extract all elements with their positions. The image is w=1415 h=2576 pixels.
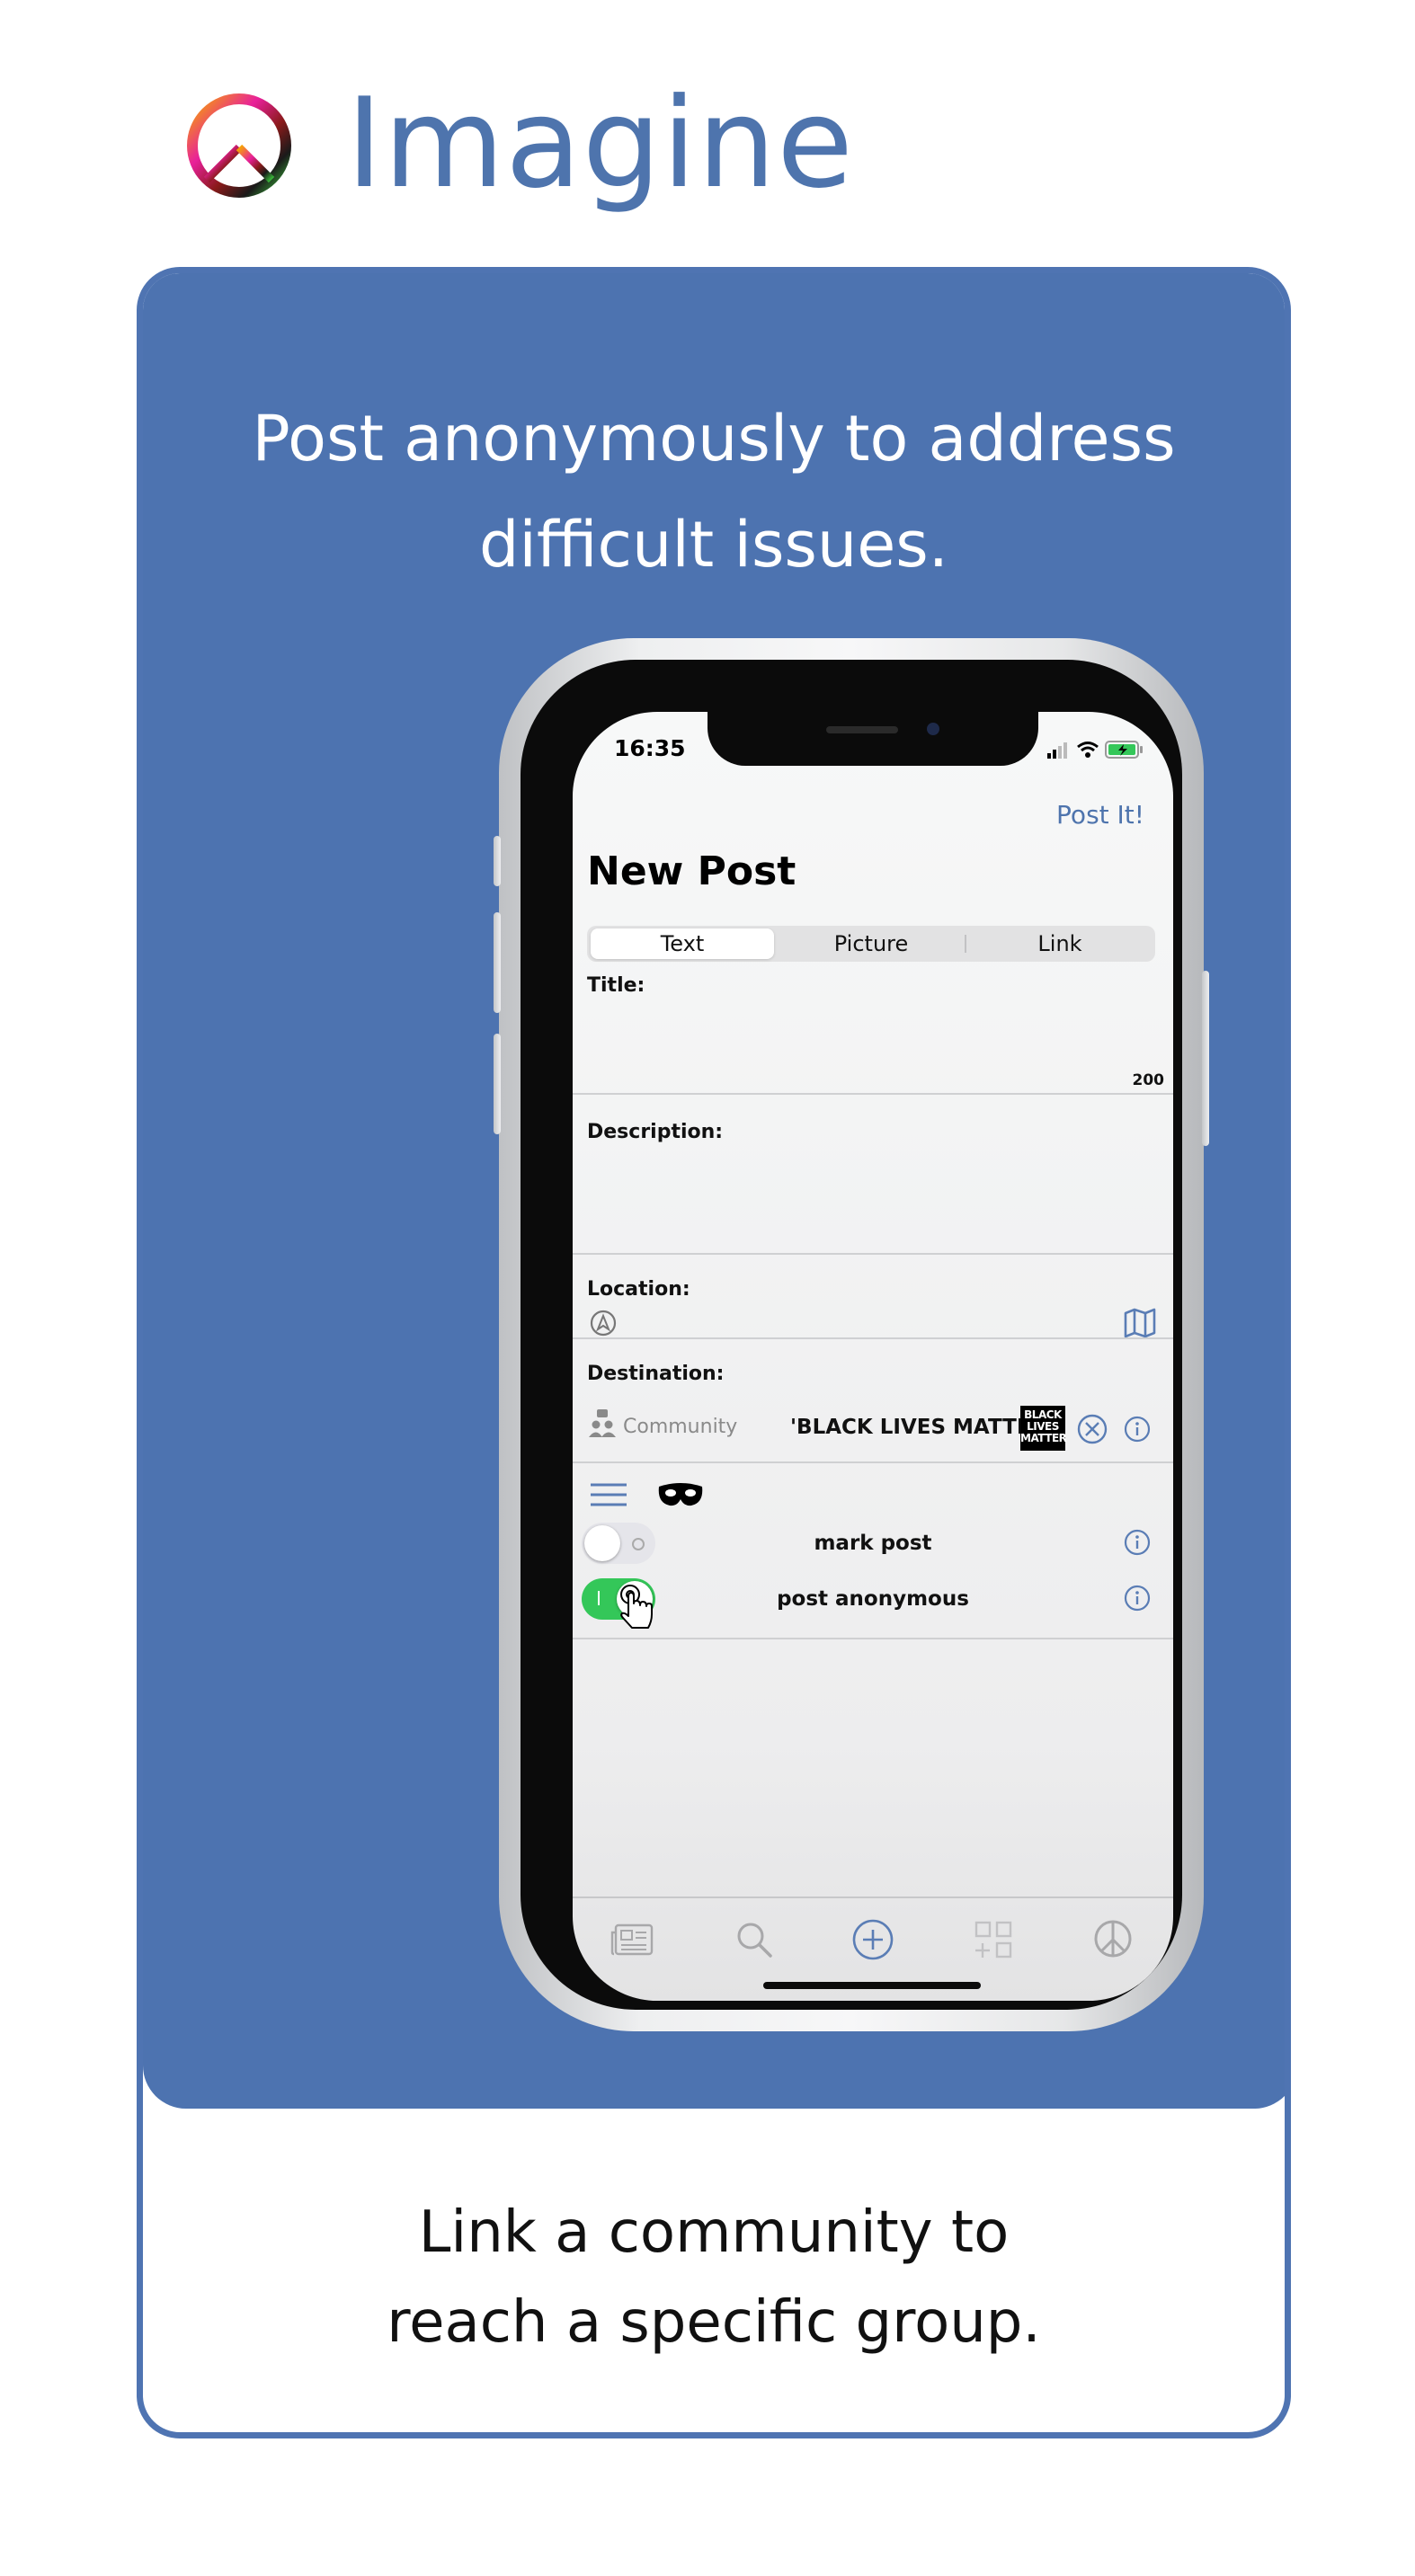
- phone-volume-up: [494, 912, 501, 1013]
- newspaper-icon[interactable]: [610, 1922, 654, 1958]
- peace-sign-logo-icon: [187, 93, 291, 198]
- destination-type: Community: [623, 1416, 738, 1438]
- title-label: Title:: [587, 974, 645, 997]
- speaker: [826, 726, 898, 733]
- front-camera: [927, 723, 939, 735]
- caption: Link a community to reach a specific gro…: [143, 2188, 1285, 2367]
- clear-destination-icon[interactable]: [1076, 1413, 1108, 1445]
- community-badge: BLACK LIVES MATTER: [1020, 1406, 1067, 1451]
- description-input[interactable]: [587, 1147, 1153, 1246]
- wifi-icon: [1077, 742, 1099, 758]
- community-badge-text: BLACK LIVES MATTER: [1020, 1408, 1067, 1444]
- headline: Post anonymously to address difficult is…: [143, 386, 1285, 598]
- hand-pointer-cursor-icon: [620, 1585, 653, 1629]
- post-type-segmented-control: Text Picture Link: [587, 926, 1155, 962]
- phone-screen: 16:35 Post It! New Post Text Picture Lin…: [573, 712, 1173, 2001]
- grid-icon[interactable]: [974, 1920, 1013, 1959]
- add-post-icon[interactable]: [851, 1918, 894, 1961]
- divider: [573, 1253, 1173, 1255]
- divider: [573, 1093, 1173, 1095]
- post-anonymous-label: post anonymous: [777, 1587, 969, 1611]
- headline-text: Post anonymously to address difficult is…: [252, 402, 1176, 582]
- location-arrow-icon[interactable]: [589, 1309, 618, 1337]
- mark-post-info-icon[interactable]: [1123, 1528, 1152, 1557]
- location-label: Location:: [587, 1278, 690, 1301]
- battery-charging-icon: [1105, 741, 1143, 759]
- segment-text[interactable]: Text: [591, 928, 774, 959]
- signal-icon: [1047, 742, 1067, 759]
- phone-mute-switch: [494, 836, 501, 886]
- anonymous-mask-icon: [658, 1483, 703, 1506]
- title-input[interactable]: [587, 999, 1153, 1080]
- segment-divider: [965, 935, 966, 953]
- segment-link[interactable]: Link: [968, 926, 1152, 962]
- status-time: 16:35: [614, 735, 686, 761]
- phone-bezel: 16:35 Post It! New Post Text Picture Lin…: [521, 660, 1182, 2010]
- caption-line-1: Link a community to: [418, 2199, 1010, 2266]
- mark-post-label: mark post: [814, 1532, 932, 1555]
- search-icon[interactable]: [734, 1920, 774, 1959]
- title-char-counter: 200: [1132, 1071, 1165, 1089]
- home-indicator[interactable]: [763, 1982, 981, 1989]
- divider: [573, 1461, 1173, 1463]
- menu-icon[interactable]: [589, 1481, 628, 1508]
- peace-icon[interactable]: [1092, 1918, 1134, 1959]
- community-icon: [589, 1409, 616, 1437]
- map-icon[interactable]: [1123, 1307, 1157, 1339]
- destination-label: Destination:: [587, 1363, 725, 1385]
- divider: [573, 1638, 1173, 1639]
- phone-notch: [708, 712, 1038, 766]
- page-title: New Post: [587, 848, 796, 894]
- phone-side-button: [1202, 971, 1209, 1146]
- post-it-button[interactable]: Post It!: [1056, 800, 1144, 830]
- post-anonymous-info-icon[interactable]: [1123, 1584, 1152, 1612]
- segment-picture[interactable]: Picture: [779, 926, 963, 962]
- phone-mockup: 16:35 Post It! New Post Text Picture Lin…: [494, 638, 1209, 2031]
- destination-info-icon[interactable]: [1123, 1415, 1152, 1443]
- feature-card: Post anonymously to address difficult is…: [137, 267, 1291, 2438]
- app-title: Imagine: [346, 71, 854, 216]
- divider: [573, 1337, 1173, 1339]
- phone-volume-down: [494, 1034, 501, 1134]
- caption-line-2: reach a specific group.: [387, 2289, 1041, 2356]
- destination-name[interactable]: 'BLACK LIVES MATTER': [790, 1416, 1053, 1439]
- description-label: Description:: [587, 1121, 724, 1143]
- tab-bar-divider: [573, 1896, 1173, 1898]
